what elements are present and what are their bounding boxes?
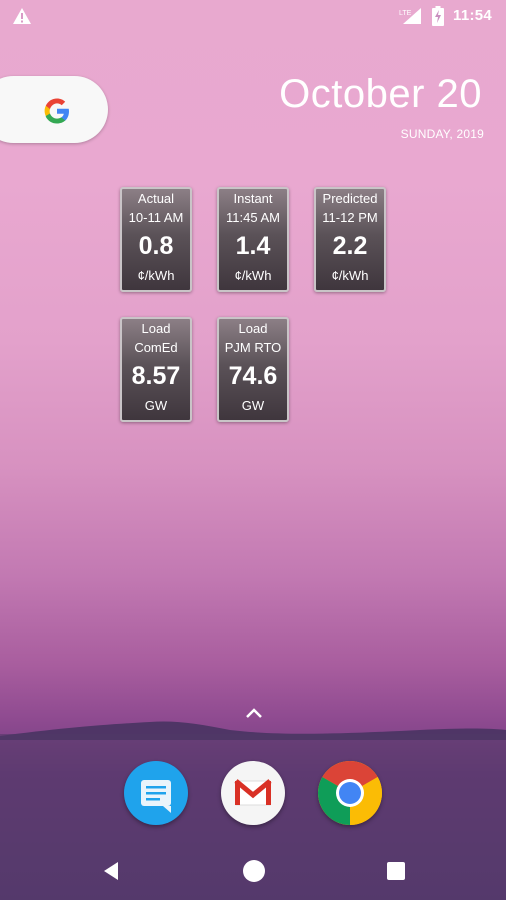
- lte-signal-icon: LTE: [399, 8, 421, 24]
- tile-unit: ¢/kWh: [137, 268, 175, 283]
- tile-unit: GW: [144, 398, 168, 413]
- status-bar: LTE 11:54: [0, 0, 506, 32]
- tile-sublabel: 11:45 AM: [226, 210, 280, 225]
- svg-text:LTE: LTE: [399, 10, 412, 17]
- tile-label: Load: [238, 321, 268, 336]
- tile-value: 8.57: [131, 362, 181, 390]
- google-g-icon: [44, 98, 69, 124]
- tile-instant-price[interactable]: Instant 11:45 AM 1.4 ¢/kWh: [217, 187, 289, 292]
- battery-charging-icon: [432, 6, 444, 26]
- date-weekday-year[interactable]: SUNDAY, 2019: [401, 127, 484, 141]
- tile-label: Load: [141, 321, 171, 336]
- messages-icon[interactable]: [124, 761, 188, 825]
- warning-icon: [13, 8, 31, 24]
- recents-icon[interactable]: [387, 862, 405, 880]
- tile-value: 1.4: [235, 232, 271, 260]
- tile-unit: ¢/kWh: [331, 268, 369, 283]
- chrome-glyph-icon: [318, 761, 382, 825]
- google-search-widget[interactable]: [0, 76, 108, 143]
- tile-unit: ¢/kWh: [234, 268, 272, 283]
- tile-sublabel: 11-12 PM: [322, 210, 378, 225]
- tile-predicted-price[interactable]: Predicted 11-12 PM 2.2 ¢/kWh: [314, 187, 386, 292]
- tile-value: 0.8: [138, 232, 174, 260]
- gmail-glyph-icon: [234, 779, 272, 806]
- clock-time: 11:54: [453, 7, 493, 24]
- tile-load-pjm-rto[interactable]: Load PJM RTO 74.6 GW: [217, 317, 289, 422]
- tile-label: Actual: [137, 191, 175, 206]
- tile-sublabel: ComEd: [134, 340, 178, 355]
- tile-sublabel: 10-11 AM: [128, 210, 184, 225]
- tile-label: Predicted: [322, 191, 378, 206]
- tile-load-comed[interactable]: Load ComEd 8.57 GW: [120, 317, 192, 422]
- home-icon[interactable]: [243, 860, 265, 882]
- chrome-icon[interactable]: [318, 761, 382, 825]
- messages-glyph-icon: [141, 780, 171, 813]
- tile-actual-price[interactable]: Actual 10-11 AM 0.8 ¢/kWh: [120, 187, 192, 292]
- gmail-icon[interactable]: [221, 761, 285, 825]
- tile-value: 74.6: [228, 362, 278, 390]
- back-icon[interactable]: [102, 861, 120, 881]
- tile-label: Instant: [233, 191, 273, 206]
- tile-value: 2.2: [332, 232, 368, 260]
- tile-unit: GW: [241, 398, 265, 413]
- date-large[interactable]: October 20: [279, 72, 482, 117]
- tile-sublabel: PJM RTO: [224, 340, 282, 355]
